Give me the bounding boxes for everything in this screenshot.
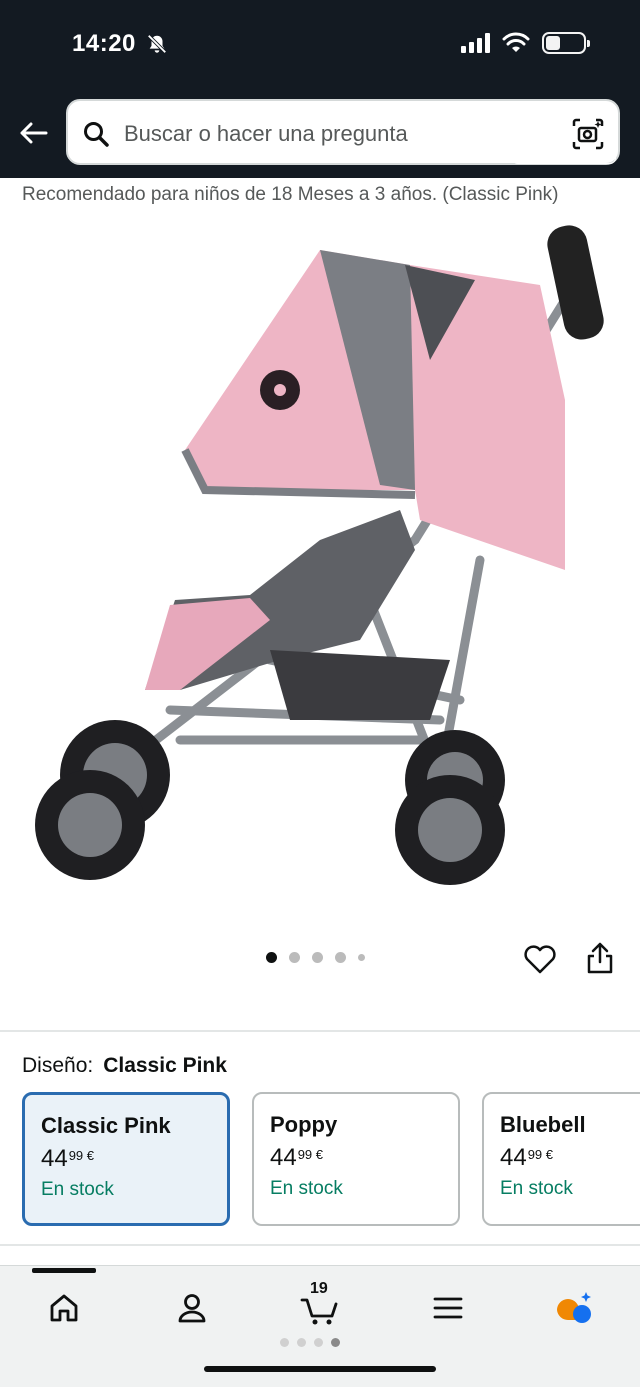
share-icon[interactable] — [584, 940, 616, 976]
variant-stock: En stock — [270, 1178, 343, 1199]
variant-name: Bluebell — [500, 1112, 586, 1137]
design-label-text: Diseño: — [22, 1054, 94, 1077]
design-label: Diseño: Classic Pink — [22, 1054, 227, 1078]
wheels — [35, 720, 505, 885]
variant-option-bluebell[interactable]: Bluebell 44 99 € En stock — [482, 1092, 640, 1226]
variant-stock: En stock — [41, 1179, 114, 1200]
variant-option-classic-pink[interactable]: Classic Pink 44 99 € En stock — [22, 1092, 230, 1226]
wifi-icon — [502, 32, 530, 52]
top-header: 14:20 Cerrar — [0, 0, 640, 178]
bottom-nav: 19 — [0, 1265, 640, 1387]
back-arrow-icon[interactable] — [16, 116, 50, 150]
rufus-ai-icon[interactable] — [552, 1284, 600, 1332]
home-icon[interactable] — [40, 1284, 88, 1332]
variant-price: 44 99 € — [500, 1144, 554, 1171]
cellular-signal-icon — [461, 33, 490, 53]
variant-selector: Classic Pink 44 99 € En stock Poppy 44 99 … — [22, 1092, 640, 1228]
page-indicator — [280, 1338, 340, 1347]
variant-price: 44 99 € — [270, 1144, 324, 1171]
status-time: 14:20 — [72, 30, 136, 57]
carousel-dot[interactable] — [358, 954, 365, 961]
product-image[interactable] — [20, 220, 620, 940]
section-divider — [0, 1030, 640, 1032]
variant-stock: En stock — [500, 1178, 573, 1199]
bell-muted-icon — [147, 34, 167, 54]
section-divider — [0, 1244, 640, 1246]
variant-name: Poppy — [270, 1112, 338, 1137]
heart-icon[interactable] — [522, 941, 558, 977]
menu-icon[interactable] — [424, 1284, 472, 1332]
variant-price: 44 99 € — [41, 1145, 95, 1172]
cart-count-badge: 19 — [310, 1280, 328, 1297]
home-indicator — [204, 1366, 436, 1372]
search-input[interactable] — [124, 121, 504, 147]
variant-name: Classic Pink — [41, 1113, 171, 1138]
carousel-dot[interactable] — [289, 952, 300, 963]
status-icons — [461, 32, 590, 54]
nav-active-indicator — [32, 1268, 96, 1273]
search-icon — [84, 122, 109, 147]
variant-option-poppy[interactable]: Poppy 44 99 € En stock — [252, 1092, 460, 1226]
carousel-dot[interactable] — [335, 952, 346, 963]
carousel-dot[interactable] — [312, 952, 323, 963]
carousel-dot[interactable] — [266, 952, 277, 963]
battery-icon — [542, 32, 590, 54]
image-carousel-dots[interactable] — [266, 952, 365, 963]
design-selected-value: Classic Pink — [103, 1054, 227, 1077]
camera-search-icon[interactable] — [570, 116, 606, 152]
account-icon[interactable] — [168, 1284, 216, 1332]
product-title: Recomendado para niños de 18 Meses a 3 a… — [22, 184, 559, 205]
